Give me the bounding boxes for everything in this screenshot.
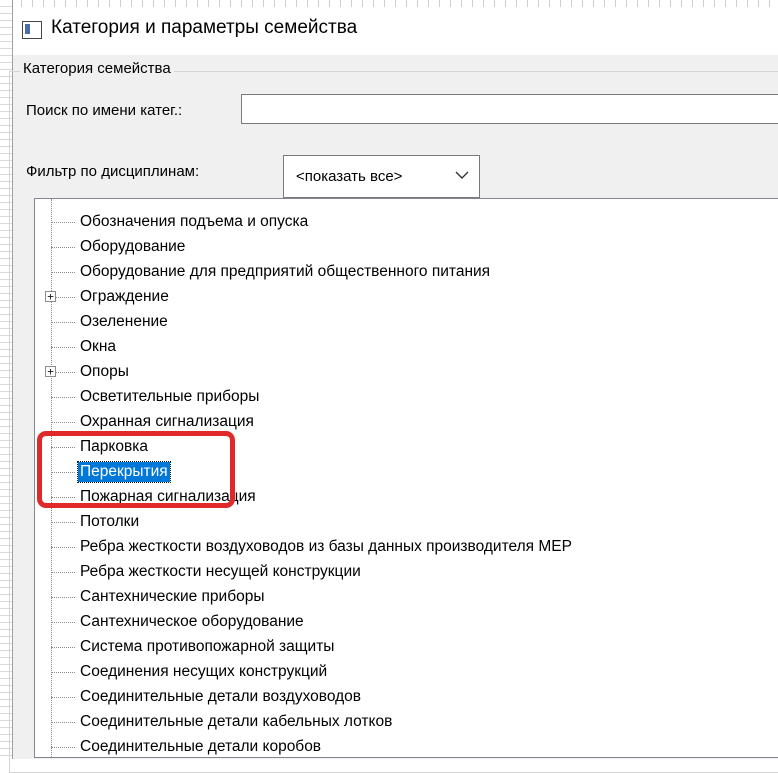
tree-item[interactable]: Сантехническое оборудование [35,610,775,635]
tree-item-label: Соединительные детали кабельных лотков [80,713,393,730]
tree-item[interactable]: + Опоры [35,360,775,385]
tree-item-label: Соединительные детали воздуховодов [80,688,361,705]
tree-item-label: Охранная сигнализация [80,413,254,430]
tree-connector [51,422,75,423]
tree-connector [51,747,75,748]
tree-item[interactable]: Система противопожарной защиты [35,635,775,660]
tree-item-label: Сантехнические приборы [80,588,265,605]
tree-connector [51,347,75,348]
tree-item-label: Окна [80,338,117,355]
tree-connector [51,697,75,698]
tree-item-label: Озеленение [80,313,168,330]
discipline-filter-label: Фильтр по дисциплинам: [26,163,200,180]
tree-item-label: Ребра жесткости воздуховодов из базы дан… [80,538,572,555]
tree-connector [51,722,75,723]
tree-item-label: Осветительные приборы [80,388,260,405]
discipline-filter-value: <показать все> [296,168,403,185]
tree-item-label: Ребра жесткости несущей конструкции [80,563,361,580]
tree-item[interactable]: Сантехнические приборы [35,585,775,610]
tree-item[interactable]: + Ограждение [35,285,775,310]
tree-item[interactable]: Соединительные детали коробов [35,735,775,757]
tree-item[interactable]: Озеленение [35,310,775,335]
tree-item-label: Потолки [80,513,140,530]
tree-connector [51,622,75,623]
tree-item[interactable]: Соединения несущих конструкций [35,660,775,685]
tree-item[interactable]: Осветительные приборы [35,385,775,410]
tree-item[interactable]: Соединительные детали кабельных лотков [35,710,775,735]
tree-item-label: Оборудование для предприятий общественно… [80,263,491,280]
tree-connector [51,597,75,598]
tree-item-label: Сантехническое оборудование [80,613,304,630]
chevron-down-icon [455,171,469,179]
tree-item-label: Соединения несущих конструкций [80,663,328,680]
tree-item-label: Опоры [80,363,129,380]
expand-plus-icon[interactable]: + [45,366,56,377]
tree-connector [51,647,75,648]
tree-connector [51,547,75,548]
tree-item[interactable]: Обозначения подъема и опуска [35,210,775,235]
tree-connector [51,322,75,323]
tree-item[interactable]: Окна [35,335,775,360]
tree-item-label: Обозначения подъема и опуска [80,213,309,230]
tree-item[interactable]: Оборудование для предприятий общественно… [35,260,775,285]
tree-connector [51,572,75,573]
discipline-filter-dropdown[interactable]: <показать все> [283,155,480,198]
title-bar[interactable]: Категория и параметры семейства [13,7,778,55]
tree-item-label: Оборудование [80,238,186,255]
tree-connector [51,522,75,523]
app-icon [22,21,42,39]
search-input[interactable] [241,94,778,124]
tree-item[interactable]: Ребра жесткости несущей конструкции [35,560,775,585]
tree-item-label: Система противопожарной защиты [80,638,335,655]
search-label: Поиск по имени катег.: [26,102,183,119]
tree-item-label: Соединительные детали коробов [80,738,322,755]
tree-item[interactable]: Ребра жесткости воздуховодов из базы дан… [35,535,775,560]
tree-connector [51,222,75,223]
tree-item[interactable]: Потолки [35,510,775,535]
tree-connector [51,247,75,248]
window-title: Категория и параметры семейства [51,17,358,38]
expand-plus-icon[interactable]: + [45,291,56,302]
tree-item[interactable]: Оборудование [35,235,775,260]
tree-connector [51,272,75,273]
tree-item-label: Ограждение [80,288,169,305]
tree-connector [51,397,75,398]
category-group-legend: Категория семейства [20,60,174,77]
tree-connector [51,672,75,673]
annotation-highlight-box [37,431,235,508]
tree-item[interactable]: Соединительные детали воздуховодов [35,685,775,710]
